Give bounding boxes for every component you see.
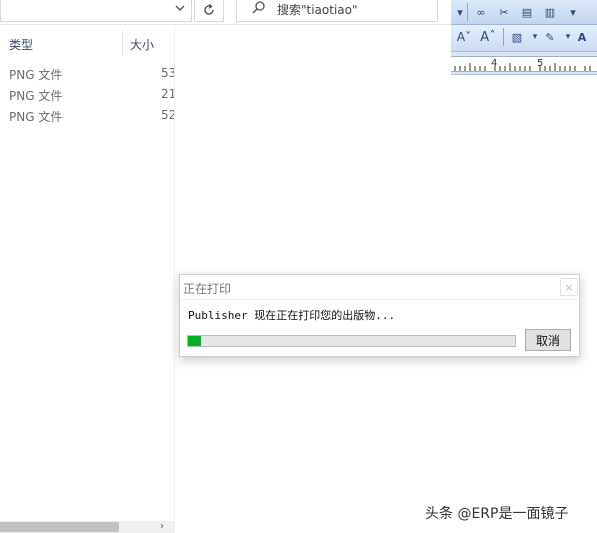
scroll-right-icon[interactable]: ›	[160, 521, 164, 532]
file-type: PNG 文件	[9, 89, 63, 103]
horizontal-scrollbar[interactable]: ›	[0, 521, 174, 533]
explorer-toolbar: 搜索"tiaotiao"	[0, 0, 451, 25]
list-item[interactable]: PNG 文件 53	[0, 63, 174, 84]
ruler-ticks	[454, 63, 591, 71]
column-type-header[interactable]: 类型	[9, 36, 33, 53]
file-type: PNG 文件	[9, 68, 63, 82]
toolbar-separator	[467, 3, 468, 21]
publisher-window: ▾ ∞ ✂ ▤ ▥ ▾ Aˇ Aˆ ▧ ▾ ✎ ▾ A 4 5	[451, 0, 597, 533]
print-progress-bar	[187, 335, 516, 347]
file-size: 52	[161, 108, 174, 122]
dialog-title: 正在打印	[183, 282, 232, 296]
ruler-strip: 4 5	[451, 56, 597, 72]
horizontal-ruler[interactable]: 4 5	[451, 52, 597, 75]
file-list: PNG 文件 53 PNG 文件 21 PNG 文件 52	[0, 63, 174, 126]
close-icon[interactable]: ×	[560, 278, 578, 296]
ruler-number: 5	[537, 58, 544, 69]
increase-font-icon[interactable]: Aˆ	[479, 28, 497, 46]
toolbar-dropdown-icon[interactable]: ▾	[564, 3, 582, 21]
line-color-icon[interactable]: ✎	[541, 28, 559, 46]
column-divider[interactable]	[122, 30, 123, 56]
search-icon	[252, 1, 265, 14]
cancel-button[interactable]: 取消	[525, 329, 571, 351]
refresh-button[interactable]	[194, 0, 224, 22]
fill-color-icon[interactable]: ▧	[508, 28, 526, 46]
toolbar-separator	[503, 28, 504, 46]
text-box-forward-icon[interactable]: ▤	[518, 3, 536, 21]
chevron-down-icon[interactable]	[173, 0, 187, 16]
file-explorer-window: 搜索"tiaotiao" 类型 大小 PNG 文件 53 PNG 文件 21 P…	[0, 0, 451, 533]
list-item[interactable]: PNG 文件 52	[0, 105, 174, 126]
search-input[interactable]: 搜索"tiaotiao"	[236, 0, 438, 22]
dialog-message: Publisher 现在正在打印您的出版物...	[188, 309, 396, 322]
text-box-back-icon[interactable]: ▥	[541, 3, 559, 21]
publisher-toolbar-format: Aˇ Aˆ ▧ ▾ ✎ ▾ A	[451, 25, 597, 52]
printing-dialog: 正在打印 × Publisher 现在正在打印您的出版物... 取消	[179, 274, 580, 357]
scrollbar-thumb[interactable]	[0, 522, 119, 532]
search-placeholder: 搜索"tiaotiao"	[277, 3, 358, 17]
file-size: 21	[161, 87, 174, 101]
address-bar[interactable]	[0, 0, 192, 22]
pane-divider[interactable]	[174, 24, 175, 533]
list-item[interactable]: PNG 文件 21	[0, 84, 174, 105]
column-size-header[interactable]: 大小	[130, 36, 154, 53]
progress-fill	[188, 336, 202, 346]
font-color-icon[interactable]: A	[573, 28, 591, 46]
ruler-number: 4	[491, 58, 498, 69]
file-type: PNG 文件	[9, 110, 63, 124]
refresh-icon	[204, 3, 214, 15]
publisher-toolbar-top: ▾ ∞ ✂ ▤ ▥ ▾	[451, 0, 597, 25]
file-size: 53	[161, 66, 174, 80]
watermark-text: 头条 @ERP是一面镜子	[425, 506, 569, 522]
decrease-font-icon[interactable]: Aˇ	[455, 28, 473, 46]
dialog-divider	[180, 299, 579, 300]
unlink-icon[interactable]: ✂	[495, 3, 513, 21]
link-icon[interactable]: ∞	[472, 3, 490, 21]
column-header: 类型 大小	[0, 26, 174, 58]
